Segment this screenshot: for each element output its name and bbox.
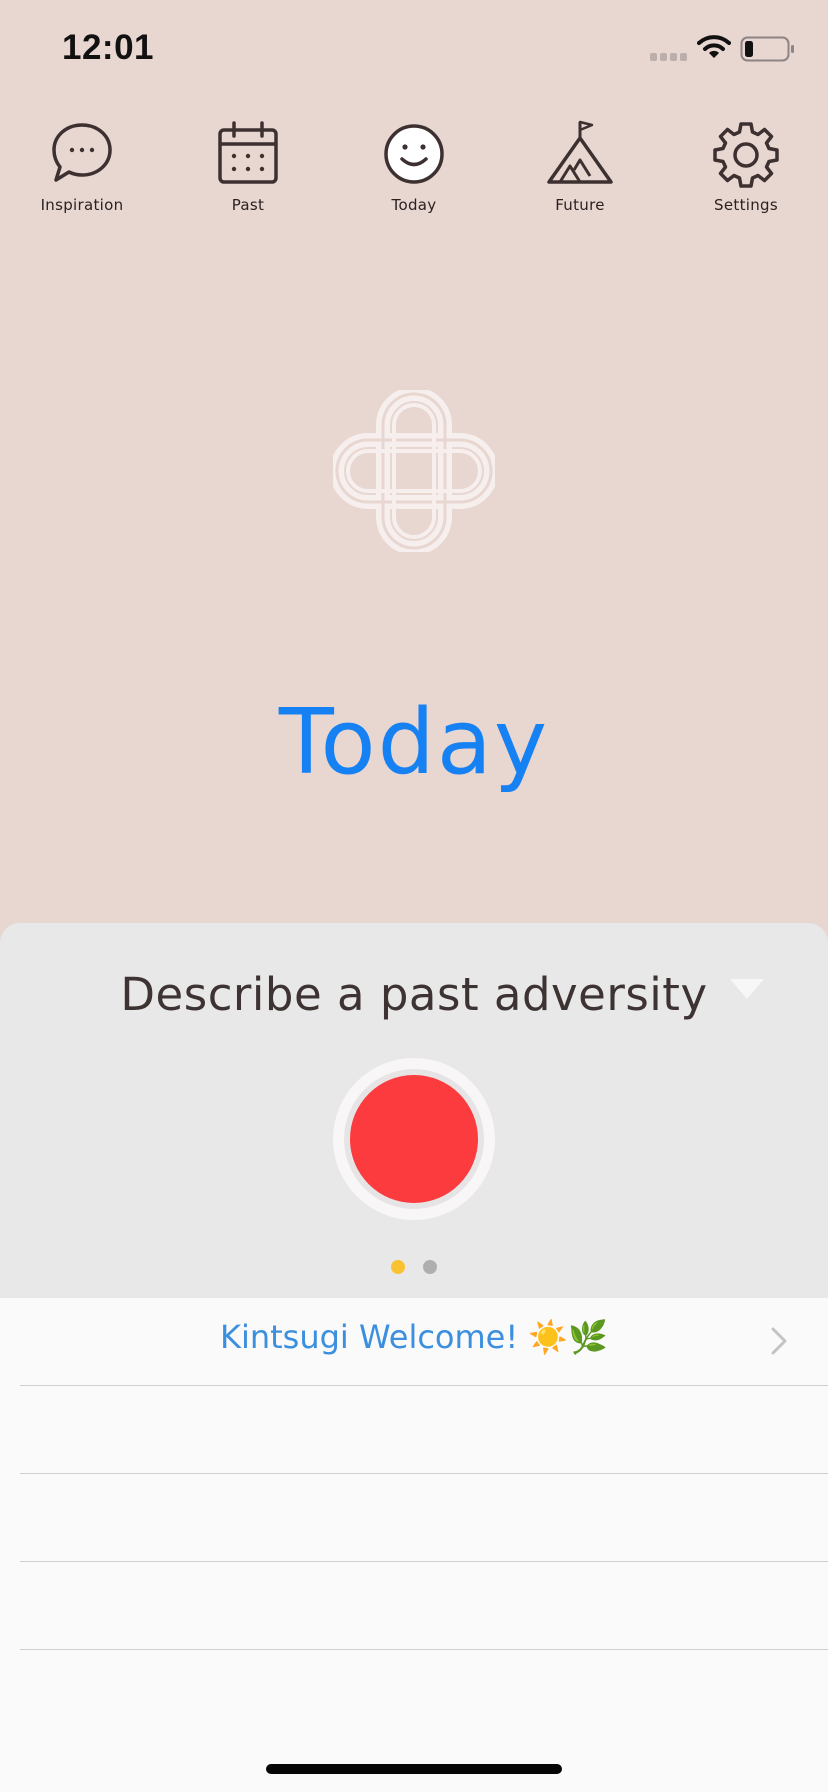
prompt-sheet: Describe a past adversity [0,923,828,1298]
battery-icon [740,36,794,62]
top-nav: Inspiration Past Today Future Settings [0,120,828,230]
nav-label-settings: Settings [714,196,778,214]
list-item[interactable] [0,1562,828,1650]
nav-item-future[interactable]: Future [510,120,650,230]
entry-list: Kintsugi Welcome! ☀️🌿 [0,1298,828,1792]
nav-label-past: Past [231,196,265,214]
nav-item-settings[interactable]: Settings [676,120,816,230]
nav-item-inspiration[interactable]: Inspiration [12,120,152,230]
status-time: 12:01 [62,28,155,67]
list-item[interactable]: Kintsugi Welcome! ☀️🌿 [0,1298,828,1386]
chevron-right-icon [771,1327,787,1355]
calendar-icon [218,121,278,184]
page-dot-active[interactable] [391,1260,405,1274]
record-button-ring[interactable] [333,1058,495,1220]
nav-label-today: Today [391,196,437,214]
nav-item-past[interactable]: Past [178,120,318,230]
cellular-signal-icon [650,53,687,61]
gear-icon [713,122,779,188]
prompt-title[interactable]: Describe a past adversity [0,968,828,1021]
nav-label-inspiration: Inspiration [40,196,124,214]
record-button-border [344,1069,484,1209]
row-divider [20,1649,828,1650]
speech-bubble-icon [52,123,112,182]
status-bar: 12:01 [0,0,828,100]
page-indicator [0,1260,828,1274]
page-dot[interactable] [423,1260,437,1274]
wifi-icon [697,35,731,58]
home-indicator[interactable] [266,1764,562,1774]
record-button[interactable] [350,1075,478,1203]
list-item[interactable] [0,1386,828,1474]
smiley-icon [384,124,444,184]
list-item[interactable] [0,1474,828,1562]
page-title: Today [278,690,550,795]
nav-label-future: Future [555,196,605,214]
chevron-down-icon[interactable] [730,979,764,999]
nav-item-today[interactable]: Today [344,120,484,230]
mountain-flag-icon [547,120,613,184]
list-item-title: Kintsugi Welcome! ☀️🌿 [219,1318,609,1356]
knot-logo [333,390,495,552]
